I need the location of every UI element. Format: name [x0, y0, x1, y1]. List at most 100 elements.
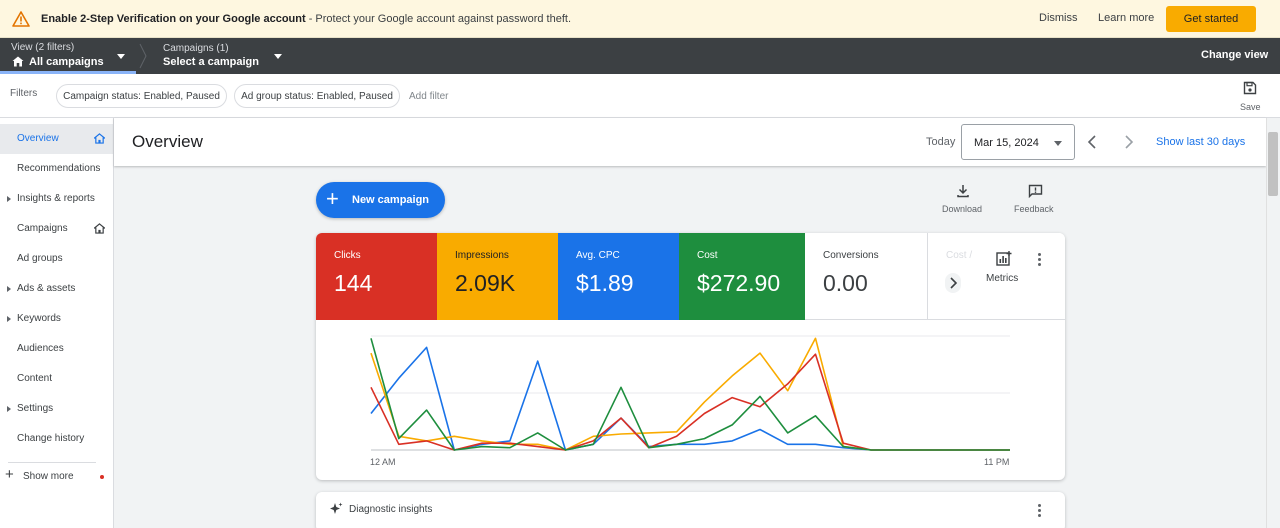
chevron-down-icon: [117, 54, 125, 59]
diagnostic-insights-title: Diagnostic insights: [349, 504, 433, 515]
series-line: [370, 346, 1010, 451]
view-filter-count: View (2 filters): [11, 42, 75, 53]
verification-banner: Enable 2-Step Verification on your Googl…: [0, 0, 1280, 38]
diagnostic-insights-card[interactable]: Diagnostic insights: [316, 492, 1065, 528]
metrics-chart-icon: [996, 251, 1012, 266]
metric-value: 144: [334, 270, 373, 296]
campaigns-count: Campaigns (1): [163, 43, 229, 54]
metric-name: Impressions: [455, 250, 509, 261]
sidebar-item-label: Content: [17, 373, 53, 384]
metric-tile-avg-cpc[interactable]: Avg. CPC $1.89: [558, 233, 679, 320]
line-chart: 12 AM 11 PM: [370, 335, 1010, 467]
chevron-right-icon[interactable]: [1118, 132, 1138, 152]
view-selector[interactable]: View (2 filters) All campaigns: [0, 38, 136, 74]
sidebar-item-label: Overview: [17, 133, 59, 144]
notification-dot: [100, 475, 104, 479]
chevron-right-icon: [950, 277, 958, 289]
banner-message: Enable 2-Step Verification on your Googl…: [41, 13, 571, 25]
sidebar-item-label: Campaigns: [17, 223, 68, 234]
filter-chip-campaign-status[interactable]: Campaign status: Enabled, Paused: [56, 84, 227, 108]
metric-name: Clicks: [334, 250, 361, 261]
download-label: Download: [942, 204, 983, 214]
sidebar-item-label: Insights & reports: [17, 193, 95, 204]
save-button[interactable]: Save: [1236, 80, 1264, 114]
metric-name: Cost: [697, 250, 718, 261]
sidebar-item-settings[interactable]: Settings: [0, 394, 113, 424]
show-more-label: Show more: [23, 471, 74, 482]
sidebar-item-label: Change history: [17, 433, 85, 444]
metric-value: $1.89: [576, 270, 634, 296]
performance-card: Clicks 144 Impressions 2.09K Avg. CPC $1…: [316, 233, 1065, 480]
metrics-button[interactable]: Metrics: [982, 249, 1024, 289]
sidebar-item-content[interactable]: Content: [0, 364, 113, 394]
breadcrumb-separator-icon: [139, 43, 147, 69]
metric-name: Conversions: [823, 250, 879, 261]
campaign-selector[interactable]: Campaigns (1) Select a campaign: [150, 38, 290, 74]
top-navigation: View (2 filters) All campaigns Campaigns…: [0, 38, 1280, 74]
sidebar-item-ads-assets[interactable]: Ads & assets: [0, 274, 113, 304]
show-more-button[interactable]: + Show more: [0, 464, 113, 490]
expand-arrow-icon: [7, 406, 11, 412]
change-view-button[interactable]: Change view: [1201, 49, 1268, 61]
more-options-icon[interactable]: [1037, 253, 1043, 269]
sidebar-item-ad-groups[interactable]: Ad groups: [0, 244, 113, 274]
filters-label: Filters: [10, 88, 38, 99]
sidebar-item-insights-reports[interactable]: Insights & reports: [0, 184, 113, 214]
learn-more-button[interactable]: Learn more: [1098, 12, 1154, 24]
series-line: [370, 337, 1010, 451]
sparkle-icon: [330, 502, 343, 514]
scroll-metrics-button[interactable]: [945, 273, 961, 293]
sidebar-item-change-history[interactable]: Change history: [0, 424, 113, 454]
scrollbar-thumb[interactable]: [1268, 132, 1278, 196]
metric-value: 2.09K: [455, 270, 516, 296]
chevron-down-icon: [274, 54, 282, 59]
expand-arrow-icon: [7, 286, 11, 292]
sidebar-item-label: Audiences: [17, 343, 64, 354]
sidebar-item-label: Keywords: [17, 313, 61, 324]
series-line: [370, 338, 1010, 451]
filter-bar: Filters Campaign status: Enabled, Paused…: [0, 74, 1280, 118]
metric-tile-cost[interactable]: Cost $272.90: [679, 233, 805, 320]
metric-value: $272.90: [697, 270, 781, 296]
expand-arrow-icon: [7, 196, 11, 202]
metric-tile-impressions[interactable]: Impressions 2.09K: [437, 233, 558, 320]
show-last-30-days-link[interactable]: Show last 30 days: [1156, 136, 1245, 148]
date-range-picker[interactable]: Mar 15, 2024: [961, 124, 1075, 160]
new-campaign-label: New campaign: [352, 194, 430, 206]
plus-icon: +: [326, 186, 339, 211]
metric-value: 0.00: [823, 270, 868, 296]
sidebar-item-label: Settings: [17, 403, 54, 414]
sidebar-item-label: Recommendations: [17, 163, 101, 174]
sidebar-item-overview[interactable]: Overview: [0, 124, 113, 154]
view-name: All campaigns: [29, 56, 104, 68]
new-campaign-button[interactable]: + New campaign: [316, 182, 445, 218]
sidebar-item-label: Ad groups: [17, 253, 63, 264]
series-line: [370, 353, 1010, 451]
sidebar-item-label: Ads & assets: [17, 283, 76, 294]
today-label: Today: [926, 136, 956, 148]
feedback-button[interactable]: Feedback: [1013, 184, 1059, 218]
banner-title: Enable 2-Step Verification on your Googl…: [41, 12, 306, 25]
page-header: Overview Today Mar 15, 2024 Show last 30…: [114, 118, 1266, 166]
chevron-left-icon[interactable]: [1083, 132, 1103, 152]
sidebar-item-keywords[interactable]: Keywords: [0, 304, 113, 334]
feedback-label: Feedback: [1014, 204, 1054, 214]
download-button[interactable]: Download: [940, 184, 986, 218]
date-value: Mar 15, 2024: [974, 137, 1039, 149]
metric-tile-clicks[interactable]: Clicks 144: [316, 233, 437, 320]
save-icon: [1243, 81, 1257, 95]
sidebar-item-recommendations[interactable]: Recommendations: [0, 154, 113, 184]
sidebar-item-campaigns[interactable]: Campaigns: [0, 214, 113, 244]
more-options-icon[interactable]: [1037, 504, 1043, 520]
banner-text: - Protect your Google account against pa…: [305, 12, 572, 25]
add-filter-button[interactable]: Add filter: [409, 91, 448, 102]
sidebar-item-audiences[interactable]: Audiences: [0, 334, 113, 364]
x-tick-label: 11 PM: [984, 457, 1009, 467]
filter-chip-ad-group-status[interactable]: Ad group status: Enabled, Paused: [234, 84, 400, 108]
get-started-button[interactable]: Get started: [1166, 6, 1256, 32]
chevron-down-icon: [1054, 141, 1062, 146]
metric-tile-conversions[interactable]: Conversions 0.00: [805, 233, 927, 320]
campaign-name: Select a campaign: [163, 56, 259, 68]
dismiss-button[interactable]: Dismiss: [1039, 12, 1078, 24]
home-icon: [94, 223, 105, 234]
